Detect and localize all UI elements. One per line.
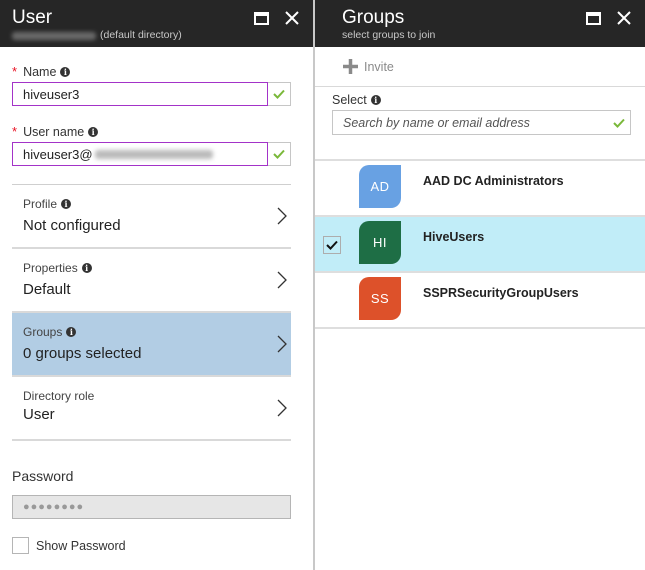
nav-item-key: Directory role [23, 389, 95, 403]
name-input-value[interactable]: hiveuser3 [13, 87, 268, 102]
blade-subtitle: (default directory) [12, 29, 313, 42]
checkmark-icon [608, 118, 630, 128]
group-row-ssprsecuritygroupusers[interactable]: SS SSPRSecurityGroupUsers [315, 273, 645, 329]
nav-item-value: User [23, 406, 55, 423]
maximize-button[interactable] [584, 9, 602, 27]
name-label: Name [23, 64, 57, 79]
group-search-field[interactable] [332, 110, 631, 135]
checkmark-icon [268, 149, 290, 159]
checkmark-icon [326, 240, 338, 250]
username-input-value: hiveuser3@ [23, 146, 93, 162]
username-label: User name [23, 124, 85, 139]
maximize-icon [253, 11, 269, 25]
nav-item-directory-role[interactable]: Directory role User [12, 377, 291, 441]
group-row-hiveusers[interactable]: HI HiveUsers [315, 217, 645, 273]
nav-item-value: 0 groups selected [23, 345, 142, 362]
checkmark-icon [268, 89, 290, 99]
close-button[interactable] [283, 9, 301, 27]
chevron-right-icon [277, 271, 287, 289]
nav-item-profile[interactable]: Profile i Not configured [12, 185, 291, 249]
group-row-aad-dc-administrators[interactable]: AD AAD DC Administrators [315, 161, 645, 217]
info-icon[interactable]: i [88, 126, 99, 137]
invite-label: Invite [364, 59, 394, 74]
group-list: AD AAD DC Administrators HI HiveUsers SS… [315, 161, 645, 329]
close-icon [285, 11, 299, 25]
username-input[interactable]: hiveuser3@ [12, 142, 291, 166]
blade-subtitle: select groups to join [342, 29, 436, 41]
nav-item-key: Properties [23, 261, 78, 275]
maximize-icon [585, 11, 601, 25]
nav-item-key: Profile [23, 197, 58, 211]
group-name: AAD DC Administrators [423, 174, 564, 188]
nav-item-groups[interactable]: Groups i 0 groups selected [12, 313, 291, 377]
username-field-group: * User name i hiveuser3@ [12, 124, 291, 166]
maximize-button[interactable] [252, 9, 270, 27]
nav-item-value: Not configured [23, 217, 121, 234]
group-search-input[interactable] [333, 111, 608, 134]
password-label: Password [12, 468, 74, 484]
group-avatar: AD [359, 165, 401, 208]
directory-label: (default directory) [100, 29, 182, 41]
info-icon[interactable]: i [81, 263, 92, 273]
user-blade-header: User (default directory) [0, 0, 313, 47]
user-blade: User (default directory) * Name i hiveus… [0, 0, 315, 570]
chevron-right-icon [277, 207, 287, 225]
required-asterisk: * [12, 124, 18, 139]
nav-item-value: Default [23, 281, 71, 298]
group-name: HiveUsers [423, 230, 485, 244]
groups-toolbar: Invite [315, 47, 645, 87]
plus-icon [343, 59, 358, 74]
redacted-tenant-name [12, 31, 96, 40]
name-input[interactable]: hiveuser3 [12, 82, 291, 106]
user-settings-list: Profile i Not configured Properties i Defa… [12, 184, 291, 441]
info-icon[interactable]: i [60, 66, 71, 77]
info-icon[interactable]: i [61, 199, 72, 209]
show-password-checkbox[interactable]: Show Password [12, 537, 126, 554]
nav-item-key: Groups [23, 325, 63, 339]
info-icon[interactable]: i [66, 327, 77, 337]
show-password-label: Show Password [36, 538, 126, 553]
close-button[interactable] [615, 9, 633, 27]
required-asterisk: * [12, 64, 18, 79]
groups-blade: Groups select groups to join Invite Sele… [315, 0, 645, 570]
redacted-domain [94, 149, 213, 159]
info-icon[interactable]: i [370, 95, 381, 105]
chevron-right-icon [277, 399, 287, 417]
group-avatar: SS [359, 277, 401, 320]
select-section: Select i [315, 87, 645, 161]
invite-button[interactable]: Invite [343, 59, 394, 74]
name-field-group: * Name i hiveuser3 [12, 64, 291, 106]
nav-item-properties[interactable]: Properties i Default [12, 249, 291, 313]
close-icon [617, 11, 631, 25]
select-label: Select [332, 93, 367, 107]
groups-blade-header: Groups select groups to join [315, 0, 645, 47]
group-select-checkbox[interactable] [323, 236, 341, 254]
chevron-right-icon [277, 335, 287, 353]
group-avatar: HI [359, 221, 401, 264]
password-field: ●●●●●●●● [12, 495, 291, 519]
group-name: SSPRSecurityGroupUsers [423, 286, 579, 300]
checkbox[interactable] [12, 537, 29, 554]
